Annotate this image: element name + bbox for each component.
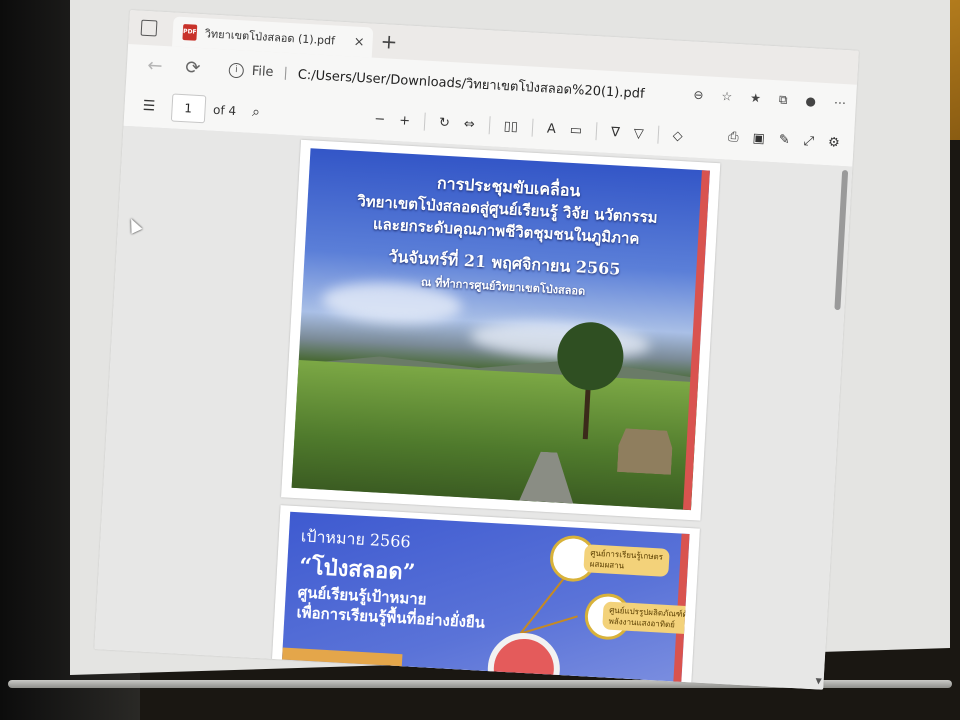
collections-icon[interactable]: ⧉ xyxy=(779,92,788,107)
close-tab-icon[interactable]: × xyxy=(353,34,365,50)
settings-gear-icon[interactable]: ⚙ xyxy=(828,135,840,151)
search-icon[interactable]: ⌕ xyxy=(252,104,261,120)
pdf-file-icon: PDF xyxy=(182,23,198,41)
favorites-icon[interactable]: ★ xyxy=(750,91,762,107)
zoom-in-icon[interactable]: + xyxy=(399,113,411,129)
browser-window: PDF วิทยาเขตโป่งสลอด (1).pdf × + ← ⟳ i F… xyxy=(94,10,859,690)
slide-1: การประชุมขับเคลื่อน วิทยาเขตโป่งสลอดสู่ศ… xyxy=(291,148,710,511)
save-as-icon[interactable]: ✎ xyxy=(778,132,790,148)
slide-2-bottom-bar xyxy=(281,647,403,673)
tab-title: วิทยาเขตโป่งสลอด (1).pdf xyxy=(204,27,336,48)
page-view-icon[interactable]: ▯▯ xyxy=(503,119,518,135)
read-aloud-icon[interactable]: A xyxy=(547,121,557,136)
pdf-tools-group: − + ↻ ⇔ ▯▯ A ▭ ∇ ▽ ◇ xyxy=(374,110,683,145)
pdf-tools-right: ⎙ ▣ ✎ ⤢ ⚙ xyxy=(728,130,840,151)
zoom-icon[interactable]: ⊖ xyxy=(693,88,704,104)
slide-2: เป้าหมาย 2566 “โป่งสลอด” ศูนย์เรียนรู้เป… xyxy=(281,511,690,688)
new-tab-button[interactable]: + xyxy=(380,29,398,54)
pdf-page-2: เป้าหมาย 2566 “โป่งสลอด” ศูนย์เรียนรู้เป… xyxy=(271,505,700,689)
scroll-down-icon[interactable]: ▼ xyxy=(815,676,822,685)
highlight-icon[interactable]: ▽ xyxy=(633,126,644,142)
connector-line xyxy=(519,615,578,635)
profile-avatar-icon[interactable]: ● xyxy=(805,94,816,110)
print-icon[interactable]: ⎙ xyxy=(728,130,739,146)
table-of-contents-icon[interactable]: ☰ xyxy=(142,98,155,115)
refresh-icon[interactable]: ⟳ xyxy=(182,57,203,79)
info-icon[interactable]: i xyxy=(228,62,245,78)
address-scheme: File xyxy=(251,63,274,80)
erase-icon[interactable]: ◇ xyxy=(672,128,683,144)
node-label-solar: ศูนย์แปรรูปผลิตภัณฑ์ด้วย พลังงานแสงอาทิต… xyxy=(602,601,690,635)
favorite-star-icon[interactable]: ☆ xyxy=(721,89,733,105)
page-count-label: of 4 xyxy=(212,102,237,119)
address-bar-icons: ⊖ ☆ ★ ⧉ ● ⋯ xyxy=(693,88,846,111)
immersive-reader-icon[interactable]: ▭ xyxy=(569,122,582,138)
save-icon[interactable]: ▣ xyxy=(752,131,765,147)
slide-2-subtitle-2: เพื่อการเรียนรู้พื้นที่อย่างยั่งยืน xyxy=(296,603,486,632)
zoom-out-icon[interactable]: − xyxy=(374,111,386,127)
rotate-icon[interactable]: ↻ xyxy=(439,115,451,131)
page-number-input[interactable] xyxy=(170,93,206,124)
hut-shape xyxy=(617,428,673,475)
fit-to-page-icon[interactable]: ⇔ xyxy=(463,116,475,132)
toolbar-divider xyxy=(657,125,660,144)
tab-actions-icon[interactable] xyxy=(140,19,158,37)
more-options-icon[interactable]: ⋯ xyxy=(833,95,847,111)
toolbar-divider xyxy=(531,118,534,137)
draw-icon[interactable]: ∇ xyxy=(611,125,621,140)
pdf-viewer[interactable]: ▼ การประชุมขับเคลื่อน วิทยาเขตโป่งสลอดสู… xyxy=(94,125,853,690)
node-label-agriculture: ศูนย์การเรียนรู้เกษตร ผสมผสาน xyxy=(583,544,670,577)
pdf-page-1: การประชุมขับเคลื่อน วิทยาเขตโป่งสลอดสู่ศ… xyxy=(281,139,721,521)
toolbar-divider xyxy=(423,112,426,131)
address-separator: | xyxy=(283,65,289,81)
toolbar-divider xyxy=(488,116,491,135)
fullscreen-icon[interactable]: ⤢ xyxy=(803,134,814,150)
toolbar-divider xyxy=(595,122,598,141)
back-arrow-icon[interactable]: ← xyxy=(144,54,165,77)
